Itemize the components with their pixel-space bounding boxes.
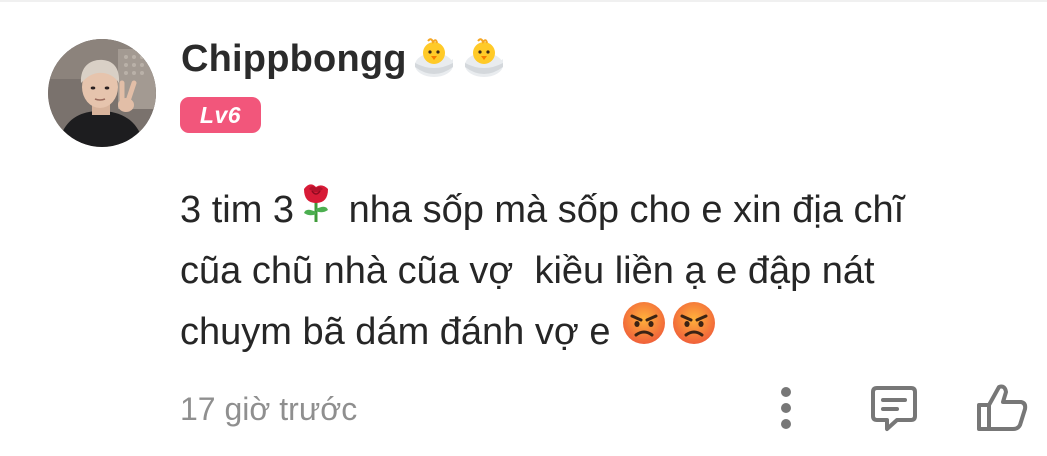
- username[interactable]: Chippbongg: [181, 38, 407, 81]
- like-thumbs-up-icon: [975, 383, 1029, 438]
- angry-face-emoji: [621, 300, 667, 365]
- avatar[interactable]: [48, 39, 156, 147]
- hatching-chick-emoji: [411, 37, 457, 82]
- comment-footer: 17 giờ trước: [0, 382, 1047, 438]
- comment-line-2: cũa chũ nhà cũa vợ kiều liền ạ e đập nát: [180, 241, 1030, 302]
- comment-author[interactable]: Chippbongg: [181, 34, 507, 84]
- reply-comment-icon: [869, 384, 919, 437]
- comment-line-2-text: cũa chũ nhà cũa vợ kiều liền ạ e đập nát: [180, 250, 875, 292]
- reply-button[interactable]: [866, 382, 922, 438]
- comment-line-1-rest: nha sốp mà sốp cho e xin địa chĩ: [338, 189, 905, 231]
- comment-line-3-text: chuym bã dám đánh vợ e: [180, 311, 611, 353]
- comment-line-3: chuym bã dám đánh vợ e: [180, 302, 1030, 363]
- rose-emoji: [298, 179, 334, 242]
- timestamp: 17 giờ trước: [180, 391, 358, 427]
- comment-text: 3 tim 3 nha sốp mà sốp cho e xin địa chĩ…: [180, 180, 1030, 363]
- level-badge: Lv6: [180, 97, 261, 133]
- more-options-button[interactable]: [766, 382, 806, 438]
- angry-face-emoji: [671, 300, 717, 365]
- like-button[interactable]: [972, 382, 1032, 438]
- hatching-chick-emoji: [461, 37, 507, 82]
- comment-line-1-text: 3 tim 3: [180, 189, 295, 231]
- top-divider: [0, 0, 1047, 2]
- comment-line-1: 3 tim 3 nha sốp mà sốp cho e xin địa chĩ: [180, 180, 1030, 241]
- more-vertical-icon: [779, 385, 793, 436]
